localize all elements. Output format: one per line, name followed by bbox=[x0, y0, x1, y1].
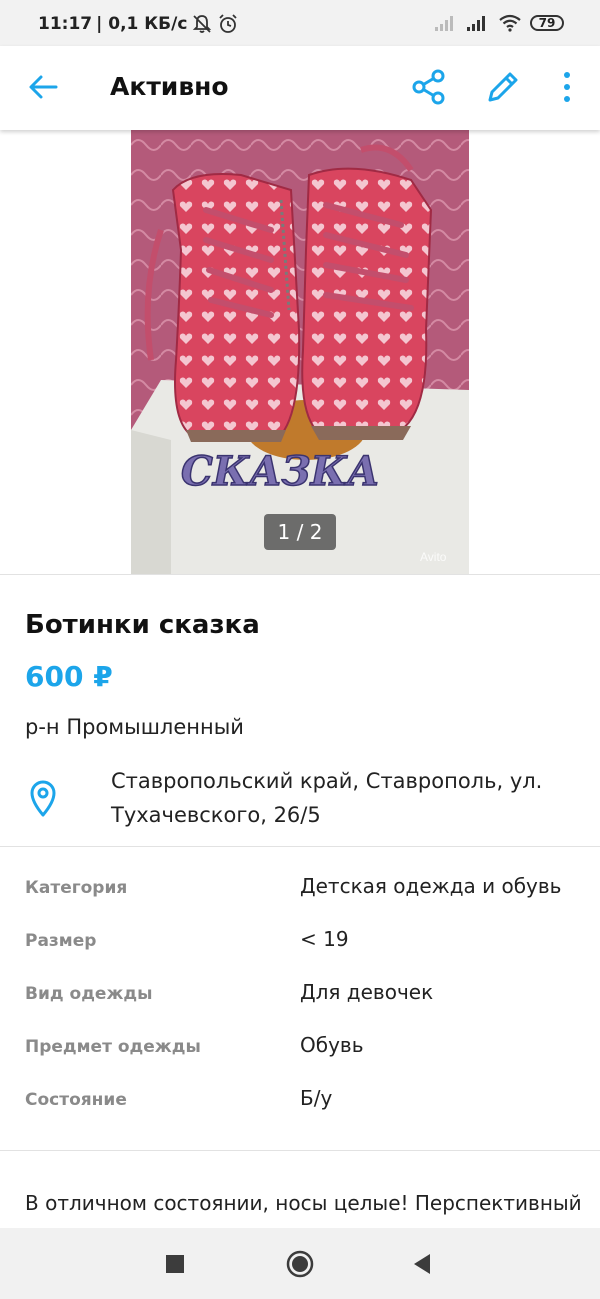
alarm-icon bbox=[219, 14, 238, 33]
status-speed: | 0,1 КБ/с bbox=[96, 14, 188, 34]
listing-district: р-н Промышленный bbox=[25, 715, 244, 739]
param-key: Категория bbox=[25, 878, 128, 898]
status-time: 11:17 bbox=[38, 14, 93, 34]
app-bar: Активно bbox=[0, 46, 600, 130]
photo-gallery[interactable]: СКАЗКА 1 / 2 Avito bbox=[0, 130, 600, 574]
svg-text:СКАЗКА: СКАЗКА bbox=[181, 448, 380, 495]
battery-indicator: 79 bbox=[530, 15, 564, 31]
param-value: Детская одежда и обувь bbox=[300, 874, 562, 898]
param-value: Для девочек bbox=[300, 980, 434, 1004]
system-nav-bar bbox=[0, 1228, 600, 1299]
listing-price: 600 ₽ bbox=[25, 660, 113, 693]
location-pin-icon bbox=[30, 780, 56, 817]
param-value: Обувь bbox=[300, 1033, 364, 1057]
address-line-1: Ставропольский край, Ставрополь, ул. bbox=[111, 769, 543, 793]
home-button[interactable] bbox=[286, 1250, 314, 1278]
param-row: Предмет одежды Обувь bbox=[0, 1027, 600, 1067]
edit-pencil-icon[interactable] bbox=[484, 68, 522, 106]
photo-counter: 1 / 2 bbox=[264, 514, 336, 550]
param-value: < 19 bbox=[300, 927, 349, 951]
param-key: Вид одежды bbox=[25, 984, 153, 1004]
divider bbox=[0, 1150, 600, 1151]
share-icon[interactable] bbox=[410, 68, 448, 106]
wifi-icon bbox=[499, 14, 521, 32]
divider bbox=[0, 846, 600, 847]
address-line-2: Тухачевского, 26/5 bbox=[111, 803, 321, 827]
listing-title: Ботинки сказка bbox=[25, 610, 260, 640]
back-triangle-icon[interactable] bbox=[412, 1253, 432, 1275]
param-key: Состояние bbox=[25, 1090, 127, 1110]
param-value: Б/у bbox=[300, 1086, 333, 1110]
listing-description: В отличном состоянии, носы целые! Перспе… bbox=[25, 1191, 582, 1215]
signal-icon bbox=[467, 16, 485, 31]
bell-off-icon bbox=[193, 15, 212, 33]
status-bar: 11:17 | 0,1 КБ/с 79 bbox=[0, 0, 600, 46]
divider bbox=[0, 574, 600, 575]
param-key: Предмет одежды bbox=[25, 1037, 201, 1057]
page-title: Активно bbox=[110, 72, 229, 101]
recents-button[interactable] bbox=[166, 1255, 184, 1273]
listing-address[interactable]: Ставропольский край, Ставрополь, ул. Тух… bbox=[111, 764, 571, 832]
param-row: Категория Детская одежда и обувь bbox=[0, 868, 600, 908]
shoes-image: СКАЗКА bbox=[131, 130, 469, 574]
param-key: Размер bbox=[25, 931, 97, 951]
avito-watermark: Avito bbox=[420, 550, 447, 564]
param-row: Состояние Б/у bbox=[0, 1080, 600, 1120]
param-row: Размер < 19 bbox=[0, 921, 600, 961]
param-row: Вид одежды Для девочек bbox=[0, 974, 600, 1014]
more-vertical-icon[interactable] bbox=[554, 68, 580, 106]
back-arrow-icon[interactable] bbox=[26, 70, 60, 104]
listing-photo[interactable]: СКАЗКА bbox=[131, 130, 469, 574]
signal-weak-icon bbox=[435, 16, 453, 31]
